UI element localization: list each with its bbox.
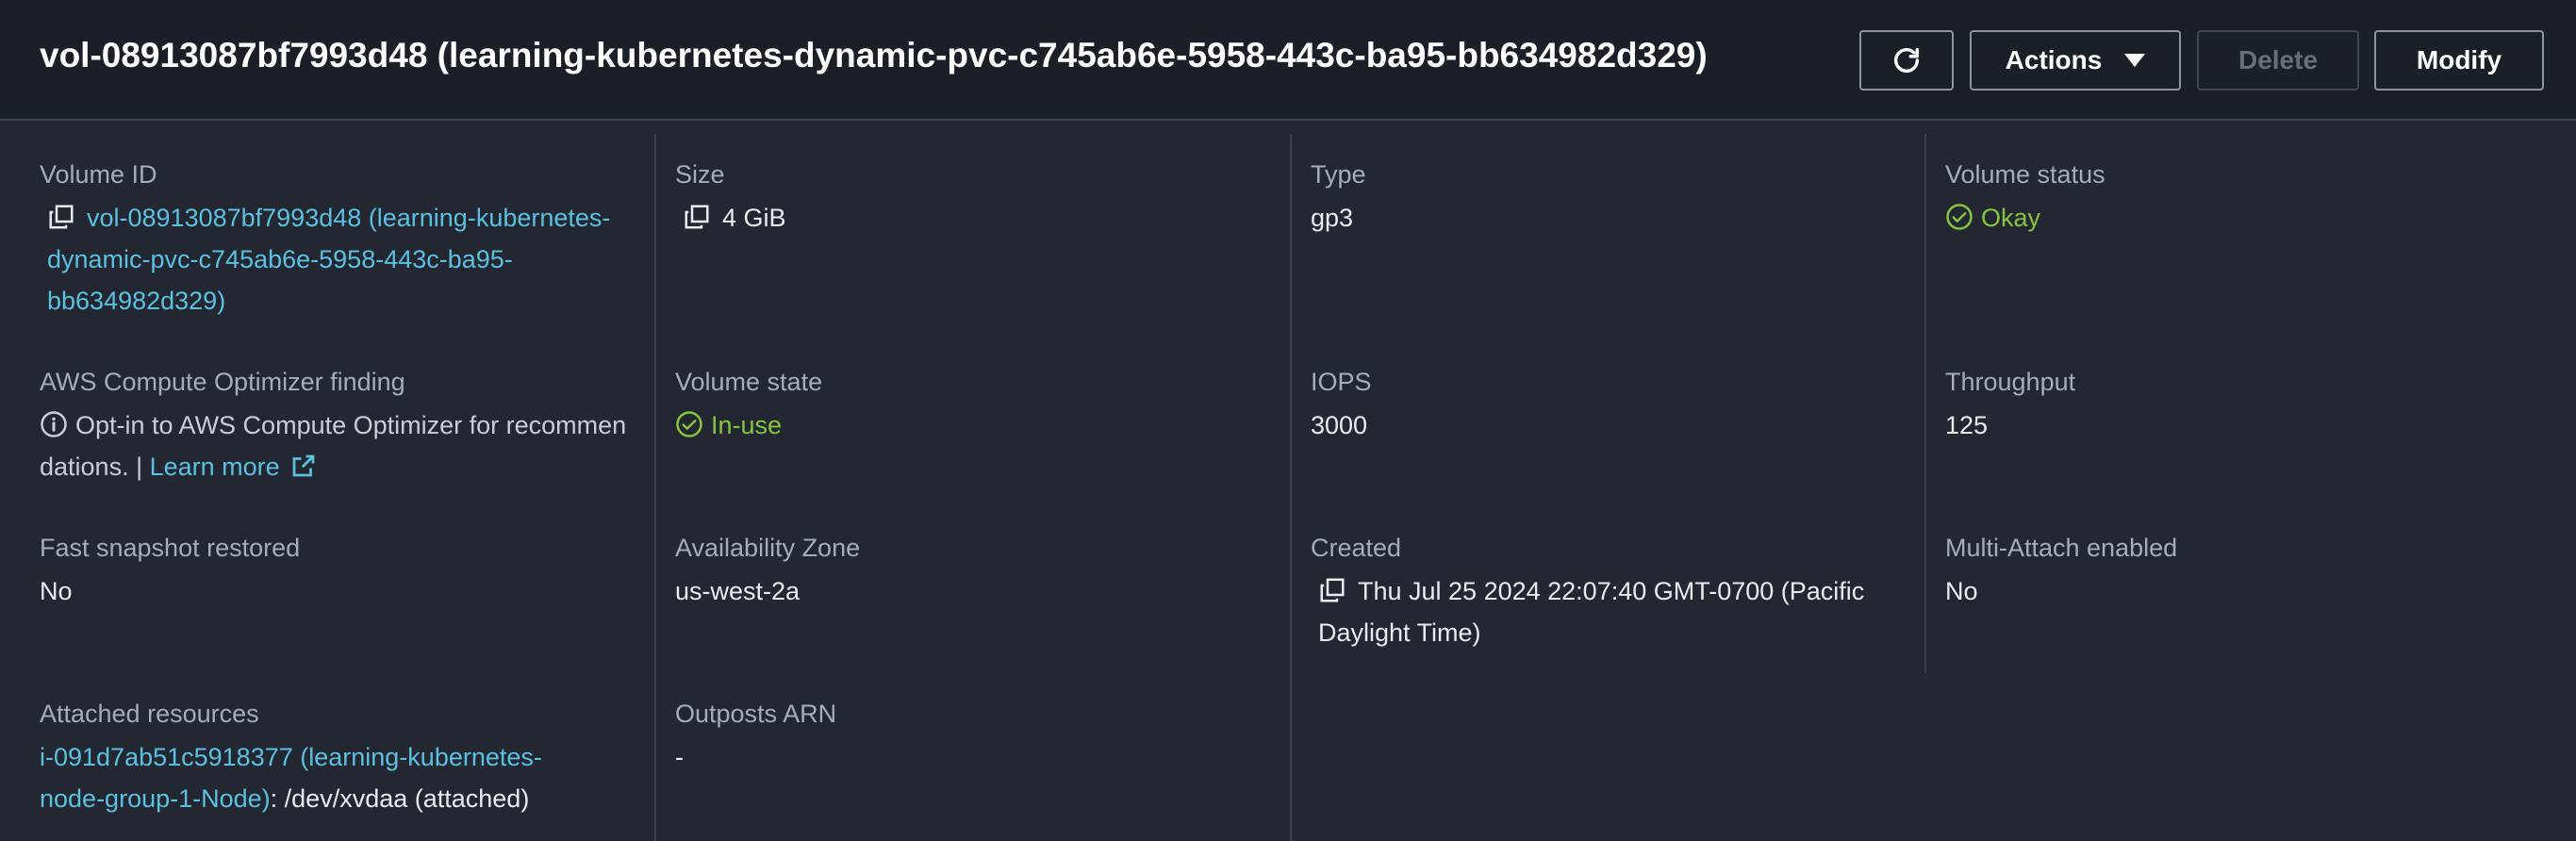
delete-button[interactable]: Delete — [2197, 30, 2359, 91]
volume-state-field: Volume state In-use — [675, 363, 1269, 446]
copy-icon[interactable] — [683, 203, 711, 231]
volume-id-field: Volume ID vol-08913087bf7993d48 (learnin… — [40, 156, 634, 322]
throughput-value: 125 — [1945, 411, 1989, 439]
fast-snapshot-label: Fast snapshot restored — [40, 534, 301, 562]
created-value: Thu Jul 25 2024 22:07:40 GMT-0700 (Pacif… — [1318, 577, 1865, 647]
volume-status-label: Volume status — [1945, 160, 2105, 189]
attached-device-text: : /dev/xvdaa (attached) — [270, 784, 530, 813]
availability-zone-field: Availability Zone us-west-2a — [675, 529, 1269, 612]
outposts-arn-field: Outposts ARN - — [675, 695, 1269, 778]
volume-state-value: In-use — [711, 411, 783, 439]
copy-icon[interactable] — [47, 203, 75, 231]
volume-status-value: Okay — [1981, 204, 2041, 232]
modify-button[interactable]: Modify — [2374, 30, 2544, 91]
throughput-label: Throughput — [1945, 368, 2076, 396]
attached-resources-label: Attached resources — [40, 700, 259, 728]
page-header: vol-08913087bf7993d48 (learning-kubernet… — [0, 0, 2576, 121]
info-icon — [41, 411, 67, 437]
check-circle-icon — [676, 411, 702, 437]
multi-attach-value: No — [1945, 577, 1978, 605]
actions-button-label: Actions — [2005, 45, 2103, 74]
refresh-icon — [1893, 47, 1920, 73]
compute-optimizer-text: Opt-in to AWS Compute Optimizer for reco… — [40, 411, 627, 481]
check-circle-icon — [1946, 204, 1973, 230]
availability-zone-value: us-west-2a — [675, 577, 801, 605]
availability-zone-label: Availability Zone — [675, 534, 861, 562]
column-divider — [1924, 134, 1926, 673]
volume-status-field: Volume status Okay — [1945, 156, 2539, 239]
column-divider — [1290, 134, 1292, 841]
size-field: Size 4 GiB — [675, 156, 1269, 239]
compute-optimizer-label: AWS Compute Optimizer finding — [40, 368, 405, 396]
multi-attach-field: Multi-Attach enabled No — [1945, 529, 2539, 612]
column-divider — [654, 134, 656, 841]
throughput-field: Throughput 125 — [1945, 363, 2539, 446]
created-field: Created Thu Jul 25 2024 22:07:40 GMT-070… — [1311, 529, 1905, 653]
volume-id-label: Volume ID — [40, 160, 157, 189]
iops-label: IOPS — [1311, 368, 1372, 396]
volume-id-link[interactable]: vol-08913087bf7993d48 (learning-kubernet… — [47, 204, 610, 315]
iops-value: 3000 — [1311, 411, 1368, 439]
size-value: 4 GiB — [722, 204, 786, 232]
type-value: gp3 — [1311, 204, 1354, 232]
iops-field: IOPS 3000 — [1311, 363, 1905, 446]
created-label: Created — [1311, 534, 1402, 562]
actions-dropdown-button[interactable]: Actions — [1970, 30, 2181, 91]
fast-snapshot-field: Fast snapshot restored No — [40, 529, 634, 612]
learn-more-link[interactable]: Learn more — [150, 453, 280, 481]
external-link-icon[interactable] — [289, 452, 318, 480]
multi-attach-label: Multi-Attach enabled — [1945, 534, 2178, 562]
type-field: Type gp3 — [1311, 156, 1905, 239]
compute-optimizer-field: AWS Compute Optimizer finding Opt-in to … — [40, 363, 634, 487]
attached-resources-field: Attached resources i-091d7ab51c5918377 (… — [40, 695, 605, 819]
volume-state-label: Volume state — [675, 368, 823, 396]
caret-down-icon — [2124, 54, 2146, 67]
refresh-button[interactable] — [1859, 30, 1954, 91]
outposts-arn-value: - — [675, 743, 684, 771]
page-title: vol-08913087bf7993d48 (learning-kubernet… — [40, 36, 1708, 74]
outposts-arn-label: Outposts ARN — [675, 700, 837, 728]
fast-snapshot-value: No — [40, 577, 73, 605]
type-label: Type — [1311, 160, 1366, 189]
size-label: Size — [675, 160, 725, 189]
copy-icon[interactable] — [1318, 576, 1346, 604]
